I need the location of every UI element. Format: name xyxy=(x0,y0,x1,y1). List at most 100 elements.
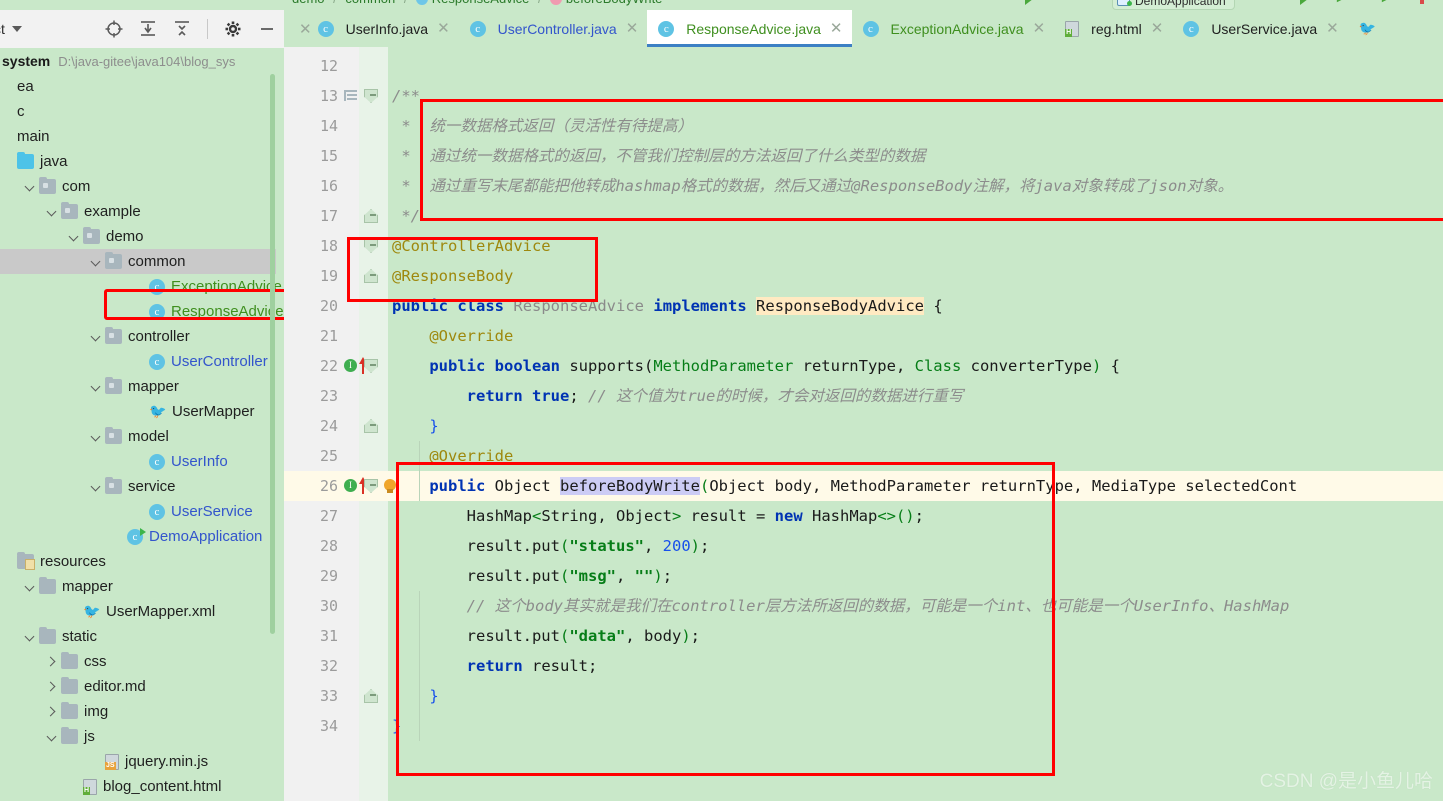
code-line[interactable]: return true; // 这个值为true的时候，才会对返回的数据进行重写 xyxy=(392,381,964,411)
close-icon[interactable]: ✕ xyxy=(626,21,639,36)
tree-item-demoapplication[interactable]: c DemoApplication xyxy=(0,524,276,549)
tree-item-demo[interactable]: demo xyxy=(0,224,276,249)
fold-end-icon[interactable] xyxy=(364,681,380,711)
tab-userservice-java[interactable]: c UserService.java ✕ xyxy=(1172,10,1347,47)
code-line[interactable]: /** xyxy=(392,81,420,111)
code-line[interactable]: public Object beforeBodyWrite(Object bod… xyxy=(392,471,1297,501)
chevron-down-icon[interactable] xyxy=(24,581,36,593)
close-icon[interactable]: ✕ xyxy=(1033,21,1046,36)
chevron-right-icon[interactable] xyxy=(46,681,58,693)
tree-item-java[interactable]: java xyxy=(0,149,276,174)
code-line[interactable]: */ xyxy=(392,201,420,231)
code-line[interactable]: public class ResponseAdvice implements R… xyxy=(392,291,943,321)
tree-item-mapper[interactable]: mapper xyxy=(0,574,276,599)
chevron-down-icon[interactable] xyxy=(11,26,22,32)
code-editor[interactable]: 12 13 /** 14 * 统一数据格式返回（灵活性有待提高） 15 * 通过统一数据… xyxy=(284,47,1443,801)
breadcrumb-item-3[interactable]: beforeBodyWrite xyxy=(566,0,663,6)
code-line[interactable]: return result; xyxy=(392,651,598,681)
tree-item-blog-content-html[interactable]: Hblog_content.html xyxy=(0,774,276,799)
tree-item-editor-md[interactable]: editor.md xyxy=(0,674,276,699)
close-icon[interactable]: ✕ xyxy=(437,21,450,36)
project-root-row[interactable]: system D:\java-gitee\java104\blog_sys xyxy=(0,48,284,74)
code-line[interactable]: } xyxy=(392,411,438,441)
tab-responseadvice-java[interactable]: c ResponseAdvice.java ✕ xyxy=(647,10,852,47)
chevron-down-icon[interactable] xyxy=(68,231,80,243)
coverage-icon[interactable] xyxy=(1380,0,1394,4)
debug-icon[interactable] xyxy=(1335,0,1349,4)
project-tree[interactable]: ea c main java com example demo common c Exceptio… xyxy=(0,74,284,799)
tree-item-usermapper[interactable]: 🐦 UserMapper xyxy=(0,399,276,424)
tree-item-common[interactable]: common xyxy=(0,249,276,274)
tab-extra[interactable]: 🐦 xyxy=(1348,10,1391,47)
chevron-down-icon[interactable] xyxy=(46,206,58,218)
fold-collapse-icon[interactable] xyxy=(364,471,380,501)
tree-item-img[interactable]: img xyxy=(0,699,276,724)
editor-code-area[interactable]: 12 13 /** 14 * 统一数据格式返回（灵活性有待提高） 15 * 通过统一数据… xyxy=(284,47,1443,801)
fold-collapse-icon[interactable] xyxy=(364,351,380,381)
tab-exceptionadvice-java[interactable]: c ExceptionAdvice.java ✕ xyxy=(852,10,1055,47)
tree-item-exceptionadvice[interactable]: c ExceptionAdvice xyxy=(0,274,282,299)
code-line[interactable]: @Override xyxy=(392,441,513,471)
close-icon[interactable]: ✕ xyxy=(1151,21,1164,36)
tree-item-jquery-min-js[interactable]: JS jquery.min.js xyxy=(0,749,276,774)
fold-collapse-icon[interactable] xyxy=(364,81,380,111)
code-line[interactable]: result.put("data", body); xyxy=(392,621,700,651)
tree-item-usermapper-xml[interactable]: 🐦 UserMapper.xml xyxy=(0,599,276,624)
run-configuration-selector[interactable]: DemoApplication xyxy=(1112,0,1235,10)
tree-item-js[interactable]: js xyxy=(0,724,276,749)
code-line[interactable]: * 统一数据格式返回（灵活性有待提高） xyxy=(392,111,693,141)
tree-item-usercontroller[interactable]: c UserController xyxy=(0,349,276,374)
code-line[interactable]: result.put("msg", ""); xyxy=(392,561,672,591)
code-line[interactable]: @ControllerAdvice xyxy=(392,231,551,261)
breadcrumb-inner[interactable]: demo / common / ResponseAdvice / beforeB… xyxy=(292,0,662,6)
breadcrumb-item-0[interactable]: demo xyxy=(292,0,325,6)
code-line[interactable]: } xyxy=(392,681,438,711)
tree-item-static[interactable]: static xyxy=(0,624,276,649)
dropdown-arrow-icon[interactable] xyxy=(1025,0,1033,5)
expand-all-icon[interactable] xyxy=(139,20,157,38)
code-line[interactable]: public boolean supports(MethodParameter … xyxy=(392,351,1120,381)
gear-icon[interactable] xyxy=(224,20,242,38)
fold-end-icon[interactable] xyxy=(364,261,380,291)
editor-tab-bar[interactable]: ✕ c UserInfo.java ✕ c UserController.java ✕ c Re… xyxy=(284,10,1443,47)
tree-item-css[interactable]: css xyxy=(0,649,276,674)
tree-item-responseadvice[interactable]: c ResponseAdvice xyxy=(0,299,284,324)
chevron-down-icon[interactable] xyxy=(90,381,102,393)
locate-icon[interactable] xyxy=(105,20,123,38)
tree-item-example[interactable]: example xyxy=(0,199,276,224)
code-line[interactable]: @Override xyxy=(392,321,513,351)
code-line[interactable]: * 通过统一数据格式的返回，不管我们控制层的方法返回了什么类型的数据 xyxy=(392,141,925,171)
code-line[interactable]: * 通过重写末尾都能把他转成hashmap格式的数据，然后又通过@Respons… xyxy=(392,171,1233,201)
breadcrumb-item-2[interactable]: ResponseAdvice xyxy=(432,0,530,6)
tree-item-userinfo[interactable]: c UserInfo xyxy=(0,449,276,474)
chevron-right-icon[interactable] xyxy=(46,706,58,718)
chevron-right-icon[interactable] xyxy=(46,656,58,668)
code-line[interactable]: @ResponseBody xyxy=(392,261,513,291)
close-icon[interactable]: ✕ xyxy=(1326,21,1339,36)
tree-item-model[interactable]: model xyxy=(0,424,276,449)
chevron-down-icon[interactable] xyxy=(90,256,102,268)
tab-usercontroller-java[interactable]: c UserController.java ✕ xyxy=(459,10,648,47)
collapse-all-icon[interactable] xyxy=(173,20,191,38)
tree-item-resources[interactable]: resources xyxy=(0,549,276,574)
chevron-down-icon[interactable] xyxy=(24,181,36,193)
fold-end-icon[interactable] xyxy=(364,411,380,441)
code-line[interactable]: // 这个body其实就是我们在controller层方法所返回的数据，可能是一… xyxy=(392,591,1290,621)
minimize-icon[interactable] xyxy=(258,20,276,38)
code-line[interactable]: HashMap<String, Object> result = new Has… xyxy=(392,501,924,531)
stop-icon[interactable] xyxy=(1420,0,1424,4)
code-line[interactable]: } xyxy=(392,711,401,741)
tree-item-mapper[interactable]: mapper xyxy=(0,374,276,399)
tab-reg-html[interactable]: Hreg.html ✕ xyxy=(1054,10,1172,47)
chevron-down-icon[interactable] xyxy=(90,431,102,443)
tree-item-userservice[interactable]: c UserService xyxy=(0,499,276,524)
tree-item-ea[interactable]: ea xyxy=(0,74,276,99)
chevron-down-icon[interactable] xyxy=(24,631,36,643)
chevron-down-icon[interactable] xyxy=(46,731,58,743)
close-icon[interactable]: ✕ xyxy=(830,21,843,36)
tree-item-c[interactable]: c xyxy=(0,99,276,124)
fold-end-icon[interactable] xyxy=(364,201,380,231)
tree-item-main[interactable]: main xyxy=(0,124,276,149)
tree-item-com[interactable]: com xyxy=(0,174,276,199)
code-line[interactable]: result.put("status", 200); xyxy=(392,531,710,561)
